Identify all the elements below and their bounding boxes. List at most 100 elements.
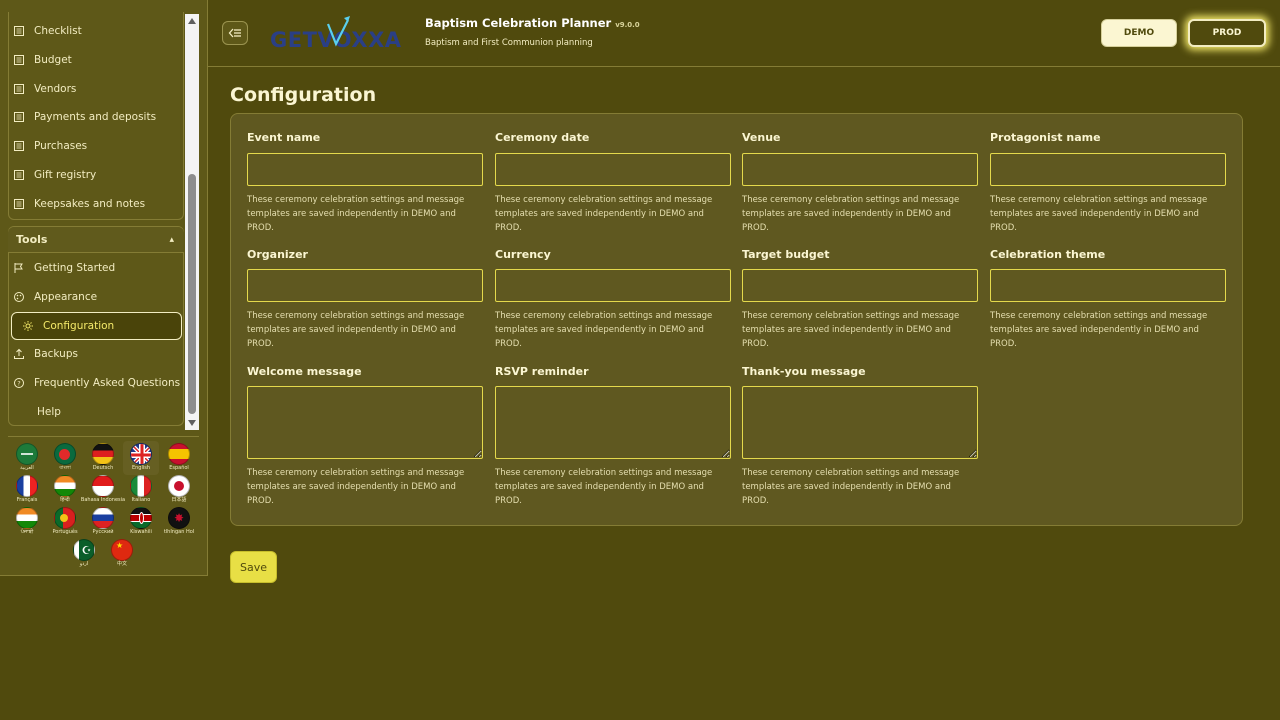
field-help-text: These ceremony celebration settings and … (247, 195, 465, 233)
organizer-input[interactable] (247, 269, 483, 302)
language-russian[interactable]: Русский (85, 507, 121, 541)
language-name: اردو (79, 561, 89, 567)
list-icon (12, 24, 26, 38)
language-chinese[interactable]: ★ 中文 (104, 539, 140, 573)
language-klingon[interactable]: ✸ tlhIngan Hol (161, 507, 197, 541)
sidebar-item-vendors[interactable]: Vendors (12, 77, 182, 101)
tools-header[interactable]: Tools ▴ (8, 227, 184, 253)
language-name: Deutsch (92, 465, 114, 471)
sidebar: Checklist Budget Vendors Payments and de… (0, 0, 208, 576)
language-italian[interactable]: Italiano (123, 475, 159, 509)
language-name: বাংলা (59, 465, 71, 471)
language-name: العربية (20, 465, 34, 471)
protagonist-name-input[interactable] (990, 153, 1226, 186)
field-help-text: These ceremony celebration settings and … (742, 195, 960, 233)
language-name: Italiano (131, 497, 151, 503)
language-german[interactable]: Deutsch (85, 443, 121, 477)
welcome-message-label: Welcome message (247, 365, 362, 378)
sidebar-item-faq[interactable]: ? Frequently Asked Questions (12, 371, 182, 395)
list-icon (12, 110, 26, 124)
field-help-text: These ceremony celebration settings and … (495, 311, 713, 349)
welcome-message-textarea[interactable] (247, 386, 483, 459)
scroll-up-arrow-icon[interactable] (188, 18, 196, 24)
language-portuguese[interactable]: Português (47, 507, 83, 541)
field-help-text: These ceremony celebration settings and … (247, 311, 465, 349)
collapse-sidebar-button[interactable] (222, 21, 248, 45)
language-bengali[interactable]: বাংলা (47, 443, 83, 477)
language-indonesian[interactable]: Bahasa Indonesia (81, 475, 125, 509)
germany-flag-icon (92, 443, 114, 465)
field-help-text: These ceremony celebration settings and … (742, 311, 960, 349)
china-flag-icon: ★ (111, 539, 133, 561)
portugal-flag-icon (54, 507, 76, 529)
sidebar-item-keepsakes[interactable]: Keepsakes and notes (12, 192, 182, 216)
field-help-text: These ceremony celebration settings and … (495, 195, 713, 233)
top-bar: GETVOXXA Baptism Celebration Planner v9.0… (208, 0, 1280, 67)
sidebar-item-backups[interactable]: Backups (12, 342, 182, 366)
scroll-down-arrow-icon[interactable] (188, 420, 196, 426)
sidebar-scrollbar[interactable] (185, 14, 199, 430)
italy-flag-icon (130, 475, 152, 497)
sidebar-item-payments[interactable]: Payments and deposits (12, 105, 182, 129)
kenya-flag-icon (130, 507, 152, 529)
list-icon (12, 168, 26, 182)
sidebar-item-label: Checklist (34, 25, 82, 37)
demo-env-button[interactable]: DEMO (1101, 19, 1177, 47)
sidebar-item-configuration[interactable]: Configuration (11, 312, 182, 340)
sidebar-item-label: Appearance (34, 291, 98, 303)
currency-input[interactable] (495, 269, 731, 302)
language-name: हिन्दी (60, 497, 70, 503)
app-version: v9.0.0 (615, 21, 640, 29)
save-button[interactable]: Save (230, 551, 277, 583)
flag-icon (12, 261, 26, 275)
ceremony-date-input[interactable] (495, 153, 731, 186)
list-icon (12, 197, 26, 211)
app-title-text: Baptism Celebration Planner (425, 16, 612, 30)
pakistan-flag-icon: ☪ (73, 539, 95, 561)
celebration-theme-input[interactable] (990, 269, 1226, 302)
field-help-text: These ceremony celebration settings and … (742, 468, 960, 506)
language-spanish[interactable]: Español (161, 443, 197, 477)
language-name: 中文 (116, 561, 127, 567)
question-icon: ? (12, 376, 26, 390)
language-french[interactable]: Français (9, 475, 45, 509)
language-swahili[interactable]: Kiswahili (123, 507, 159, 541)
sidebar-item-budget[interactable]: Budget (12, 48, 182, 72)
prod-env-button[interactable]: PROD (1188, 19, 1266, 47)
bangladesh-flag-icon (54, 443, 76, 465)
russia-flag-icon (92, 507, 114, 529)
language-name: Русский (92, 529, 114, 535)
klingon-emblem-icon: ✸ (168, 507, 190, 529)
list-icon (12, 53, 26, 67)
field-help-text: These ceremony celebration settings and … (990, 195, 1208, 233)
ceremony-date-label: Ceremony date (495, 131, 590, 144)
sidebar-item-gift-registry[interactable]: Gift registry (12, 163, 182, 187)
target-budget-input[interactable] (742, 269, 978, 302)
sidebar-item-checklist[interactable]: Checklist (12, 19, 182, 43)
sidebar-item-getting-started[interactable]: Getting Started (12, 256, 182, 280)
sidebar-item-help[interactable]: Help (37, 400, 207, 424)
rsvp-reminder-textarea[interactable] (495, 386, 731, 459)
language-japanese[interactable]: 日本語 (161, 475, 197, 509)
thank-you-message-textarea[interactable] (742, 386, 978, 459)
india-flag-icon (16, 507, 38, 529)
venue-input[interactable] (742, 153, 978, 186)
saudi-flag-icon (16, 443, 38, 465)
event-name-input[interactable] (247, 153, 483, 186)
svg-text:?: ? (17, 379, 20, 387)
language-hindi[interactable]: हिन्दी (47, 475, 83, 509)
language-urdu[interactable]: ☪ اردو (66, 539, 102, 573)
sidebar-item-purchases[interactable]: Purchases (12, 134, 182, 158)
language-punjabi[interactable]: ਪੰਜਾਬੀ (9, 507, 45, 541)
sidebar-item-label: Payments and deposits (34, 111, 157, 123)
language-arabic[interactable]: العربية (9, 443, 45, 477)
language-english[interactable]: English (123, 441, 159, 475)
uk-flag-icon (130, 443, 152, 465)
sidebar-item-appearance[interactable]: Appearance (12, 285, 182, 309)
organizer-label: Organizer (247, 248, 308, 261)
sidebar-item-label: Configuration (43, 320, 115, 332)
scrollbar-thumb[interactable] (188, 174, 196, 414)
language-name: tlhIngan Hol (163, 529, 195, 535)
sidebar-item-label: Vendors (34, 83, 77, 95)
field-help-text: These ceremony celebration settings and … (247, 468, 465, 506)
